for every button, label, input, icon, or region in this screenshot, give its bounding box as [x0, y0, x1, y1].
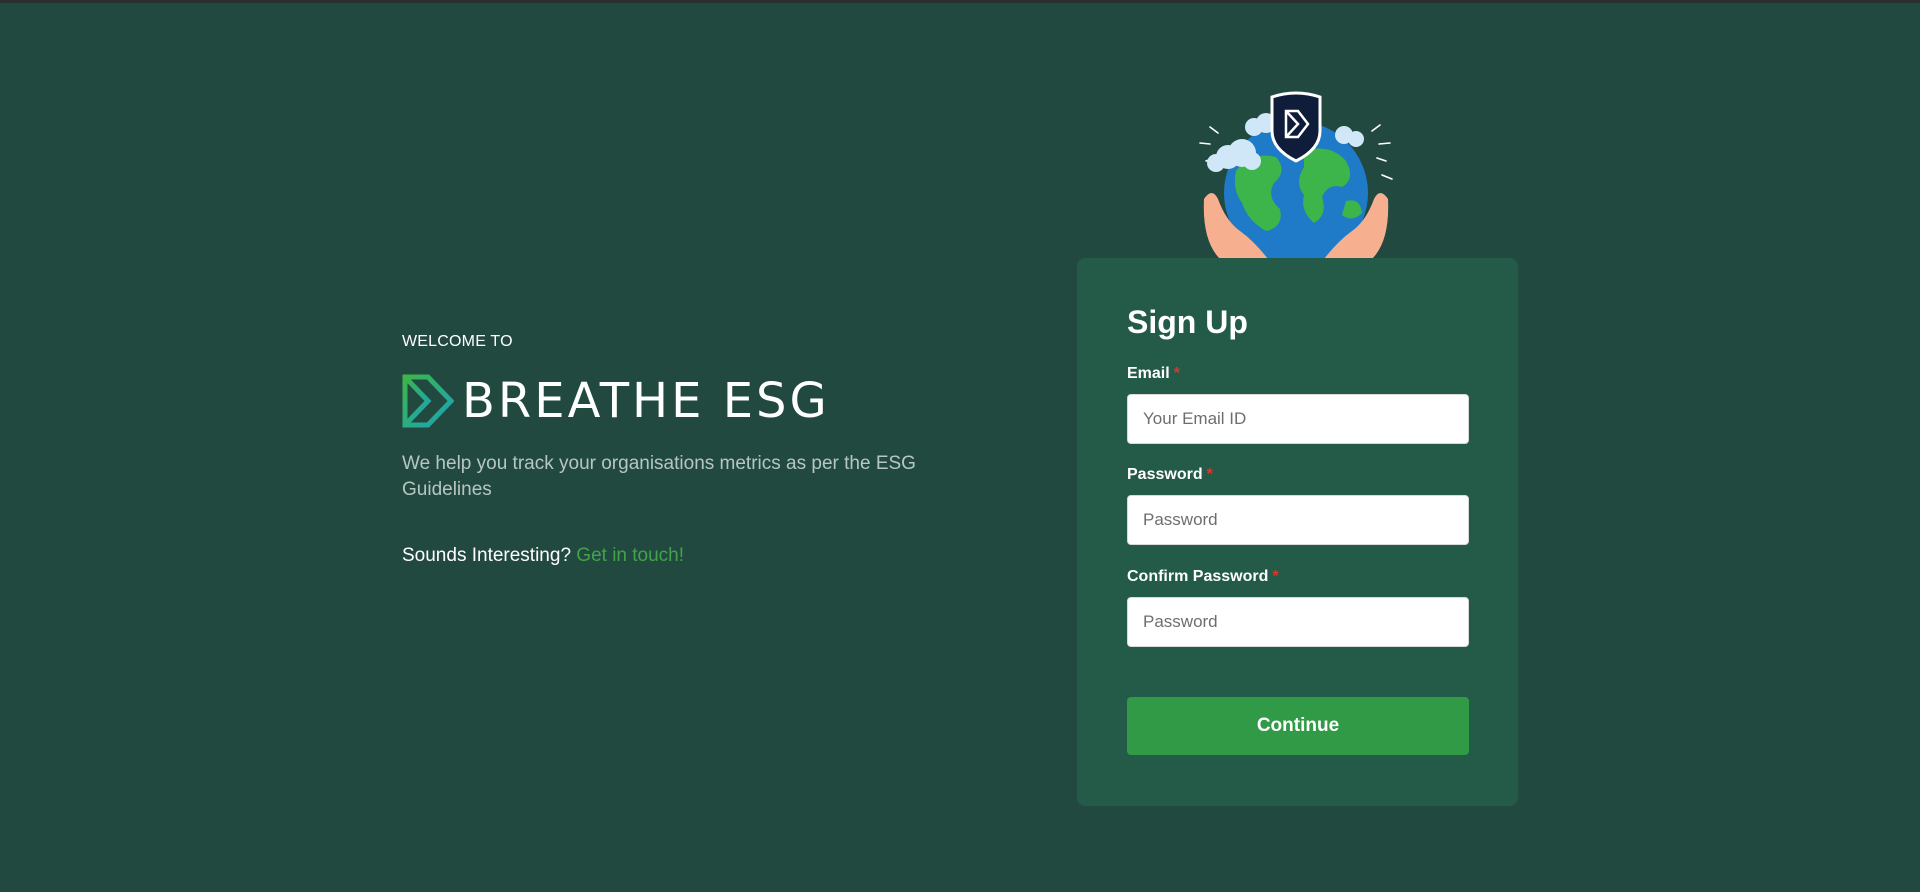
signup-card: Sign Up Email* Password* Confirm Passwor…	[1077, 258, 1518, 806]
confirm-password-label: Confirm Password *	[1127, 568, 1279, 586]
get-in-touch-link[interactable]: Get in touch!	[576, 545, 684, 566]
breathe-esg-logo-icon	[402, 374, 454, 428]
contact-prompt-text: Sounds Interesting?	[402, 545, 572, 566]
required-marker: *	[1173, 365, 1180, 382]
email-label: Email *	[1127, 365, 1180, 383]
continue-button[interactable]: Continue	[1127, 697, 1469, 755]
tagline: We help you track your organisations met…	[402, 453, 916, 500]
globe-in-hands-icon	[1199, 91, 1393, 259]
confirm-password-label-text: Confirm Password	[1127, 568, 1269, 585]
password-label-text: Password	[1127, 466, 1203, 483]
required-marker: *	[1272, 568, 1279, 585]
brand-name: BREATHE ESG	[462, 373, 830, 429]
welcome-text: WELCOME TO	[402, 333, 513, 350]
intro-section: WELCOME TO BREATHE ESG We help you track…	[402, 333, 922, 567]
password-input[interactable]	[1127, 495, 1469, 545]
password-label: Password *	[1127, 466, 1213, 484]
contact-prompt: Sounds Interesting? Get in touch!	[402, 545, 922, 567]
confirm-password-input[interactable]	[1127, 597, 1469, 647]
required-marker: *	[1206, 466, 1213, 483]
email-input[interactable]	[1127, 394, 1469, 444]
signup-title: Sign Up	[1127, 304, 1248, 340]
signup-page: WELCOME TO BREATHE ESG We help you track…	[0, 0, 1920, 893]
email-label-text: Email	[1127, 365, 1170, 382]
brand: BREATHE ESG	[402, 373, 922, 429]
